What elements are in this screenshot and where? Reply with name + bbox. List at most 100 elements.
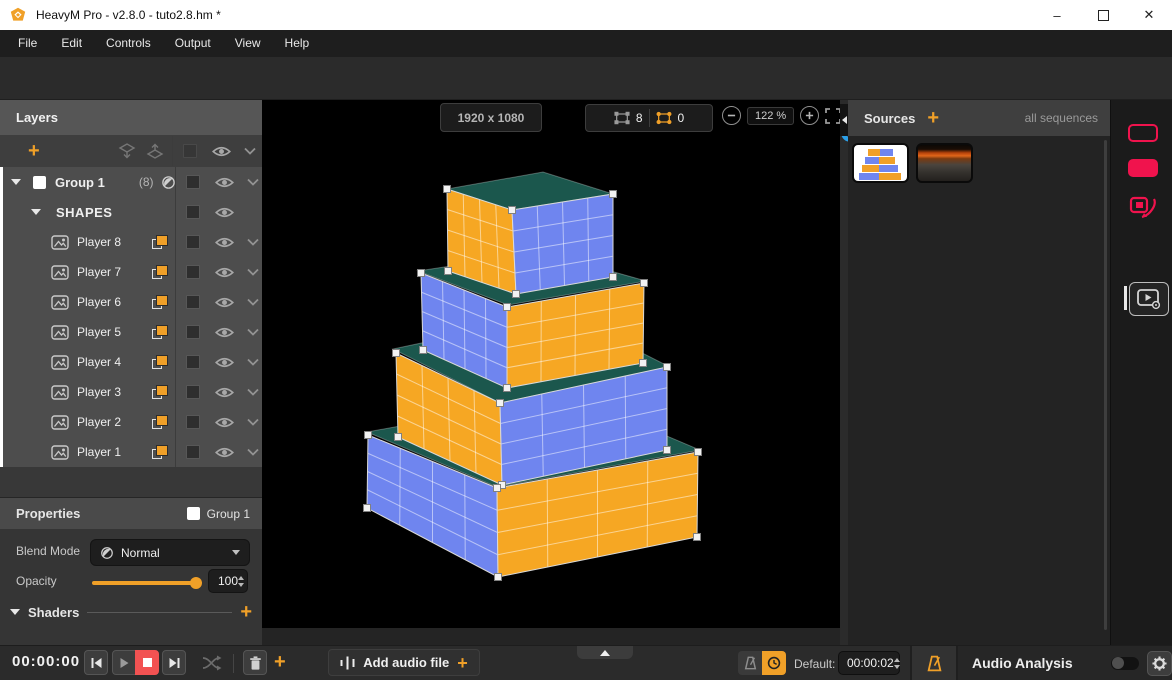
layer-row-group-1[interactable]: Group 1(8) [3,167,262,197]
timeline-expand-tab[interactable] [577,646,633,659]
sequence-color-icon[interactable] [152,355,168,369]
sequence-color-icon[interactable] [152,415,168,429]
corner-handle[interactable] [495,574,502,581]
corner-handle[interactable] [393,350,400,357]
corner-handle[interactable] [610,274,617,281]
group-outline-tool[interactable] [1128,124,1158,142]
layer-row-player-1[interactable]: Player 1 [3,437,262,467]
group-fill-tool[interactable] [1128,159,1158,177]
corner-handle[interactable] [494,485,501,492]
group-expand-icon[interactable] [11,179,21,185]
menu-item-file[interactable]: File [6,30,49,57]
source-thumbnail-fire[interactable] [916,143,973,183]
corner-handle[interactable] [504,385,511,392]
menu-item-controls[interactable]: Controls [94,30,163,57]
corner-handle[interactable] [364,505,371,512]
shuffle-button[interactable] [202,655,222,676]
opacity-slider[interactable] [92,581,200,585]
chevron-down-icon[interactable] [247,268,259,276]
add-sequence-button[interactable]: + [274,652,286,672]
chevron-down-icon[interactable] [247,328,259,336]
zoom-level[interactable]: 122 % [747,107,794,125]
menu-item-output[interactable]: Output [163,30,223,57]
skip-end-button[interactable] [162,650,186,675]
move-layer-up-icon[interactable] [146,143,164,159]
chevron-down-icon[interactable] [247,448,259,456]
fit-screen-icon[interactable] [825,108,841,124]
corner-handle[interactable] [641,280,648,287]
solo-checkbox[interactable] [186,295,200,309]
solo-checkbox[interactable] [186,235,200,249]
add-audio-file-button[interactable]: Add audio file + [328,649,480,676]
mask-tool[interactable] [1128,193,1158,228]
beat-mode-button[interactable] [738,651,762,675]
visibility-icon[interactable] [215,416,234,429]
chevron-down-icon[interactable] [247,388,259,396]
solo-checkbox[interactable] [186,325,200,339]
opacity-spinner[interactable]: 100 [208,569,248,593]
preview-output-button[interactable] [1129,282,1169,316]
solo-checkbox[interactable] [186,175,200,189]
play-button[interactable] [112,650,136,675]
corner-handle[interactable] [640,360,647,367]
add-source-button[interactable]: + [927,108,939,128]
shaders-section[interactable]: Shaders + [10,602,252,622]
menu-item-view[interactable]: View [223,30,273,57]
add-shader-button[interactable]: + [240,602,252,622]
add-layer-button[interactable]: + [28,141,40,161]
corner-handle[interactable] [610,191,617,198]
audio-analysis-settings-button[interactable] [1147,651,1172,676]
corner-handle[interactable] [420,347,427,354]
layer-row-player-7[interactable]: Player 7 [3,257,262,287]
spin-up-icon[interactable] [238,576,244,580]
visibility-icon[interactable] [215,326,234,339]
corner-handle[interactable] [395,434,402,441]
blend-mode-dropdown[interactable]: Normal [90,539,250,566]
skip-start-button[interactable] [84,650,108,675]
zoom-out-button[interactable] [722,106,741,125]
layer-row-player-2[interactable]: Player 2 [3,407,262,437]
mapping-scene[interactable] [262,100,840,628]
solo-checkbox[interactable] [186,265,200,279]
corner-handle[interactable] [509,207,516,214]
move-layer-down-icon[interactable] [118,143,136,159]
layer-row-player-3[interactable]: Player 3 [3,377,262,407]
visibility-icon[interactable] [215,386,234,399]
solo-checkbox[interactable] [186,385,200,399]
sequence-color-icon[interactable] [152,235,168,249]
solo-checkbox[interactable] [186,445,200,459]
close-button[interactable]: ✕ [1126,0,1172,30]
shapes-expand-icon[interactable] [31,209,41,215]
solo-all-checkbox[interactable] [183,144,197,158]
corner-handle[interactable] [365,432,372,439]
group-color-swatch[interactable] [187,507,200,520]
audio-beat-section[interactable] [910,646,958,680]
opacity-slider-knob[interactable] [190,577,202,589]
chevron-down-icon[interactable] [247,238,259,246]
chevron-down-icon[interactable] [247,178,259,186]
visibility-icon[interactable] [215,176,234,189]
time-mode-button[interactable] [762,651,786,675]
layer-row-player-5[interactable]: Player 5 [3,317,262,347]
spin-down-icon[interactable] [238,583,244,587]
stop-button[interactable] [135,650,159,675]
source-thumbnail-pyramid[interactable] [852,143,909,183]
audio-analysis-toggle[interactable] [1111,657,1139,670]
shaders-expand-icon[interactable] [10,609,20,615]
chevron-down-icon[interactable] [247,358,259,366]
corner-handle[interactable] [418,270,425,277]
chevron-down-icon[interactable] [247,298,259,306]
menu-item-help[interactable]: Help [273,30,322,57]
menu-item-edit[interactable]: Edit [49,30,94,57]
solo-checkbox[interactable] [186,205,200,219]
sequence-color-icon[interactable] [152,445,168,459]
sequence-color-icon[interactable] [152,265,168,279]
sequence-color-icon[interactable] [152,295,168,309]
visibility-icon[interactable] [215,296,234,309]
corner-handle[interactable] [664,447,671,454]
sequence-color-icon[interactable] [152,325,168,339]
layer-row-player-6[interactable]: Player 6 [3,287,262,317]
corner-handle[interactable] [445,268,452,275]
visibility-icon[interactable] [215,266,234,279]
mapping-canvas[interactable] [262,100,840,628]
